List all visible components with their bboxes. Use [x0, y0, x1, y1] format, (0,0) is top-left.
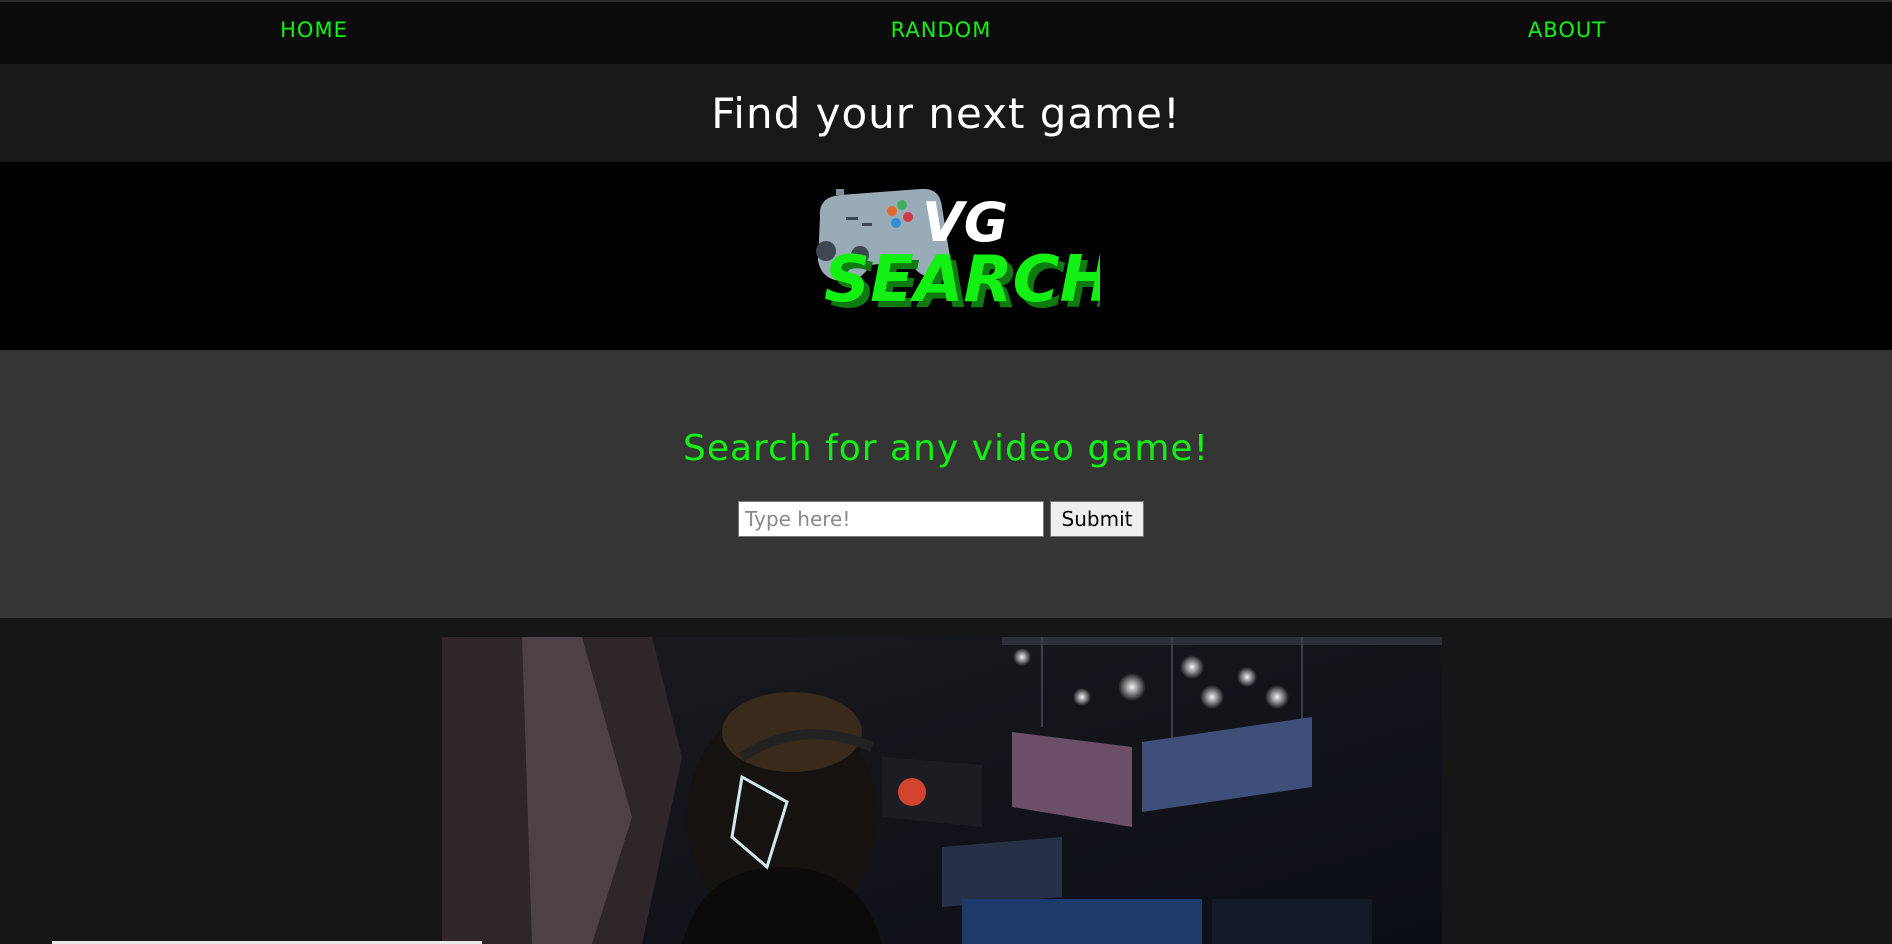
vg-search-logo: VG SEARCH SEARCH: [800, 177, 1119, 337]
nav-link-random[interactable]: RANDOM: [891, 18, 992, 42]
top-nav: HOME RANDOM ABOUT: [0, 0, 1892, 64]
search-input[interactable]: [738, 501, 1044, 537]
nav-link-about[interactable]: ABOUT: [1528, 18, 1606, 42]
search-heading: Search for any video game!: [682, 428, 1210, 469]
esports-player-photo: [442, 637, 1442, 944]
nav-link-home[interactable]: HOME: [280, 18, 348, 42]
submit-button[interactable]: Submit: [1050, 501, 1144, 537]
svg-text:SEARCH: SEARCH: [824, 243, 1100, 317]
search-section: Search for any video game! Submit: [0, 350, 1892, 618]
logo-band: VG SEARCH SEARCH: [0, 162, 1892, 350]
page-title: Find your next game!: [711, 89, 1181, 138]
logo-graphic: VG SEARCH SEARCH: [816, 188, 1119, 323]
hero-title-band: Find your next game!: [0, 64, 1892, 162]
